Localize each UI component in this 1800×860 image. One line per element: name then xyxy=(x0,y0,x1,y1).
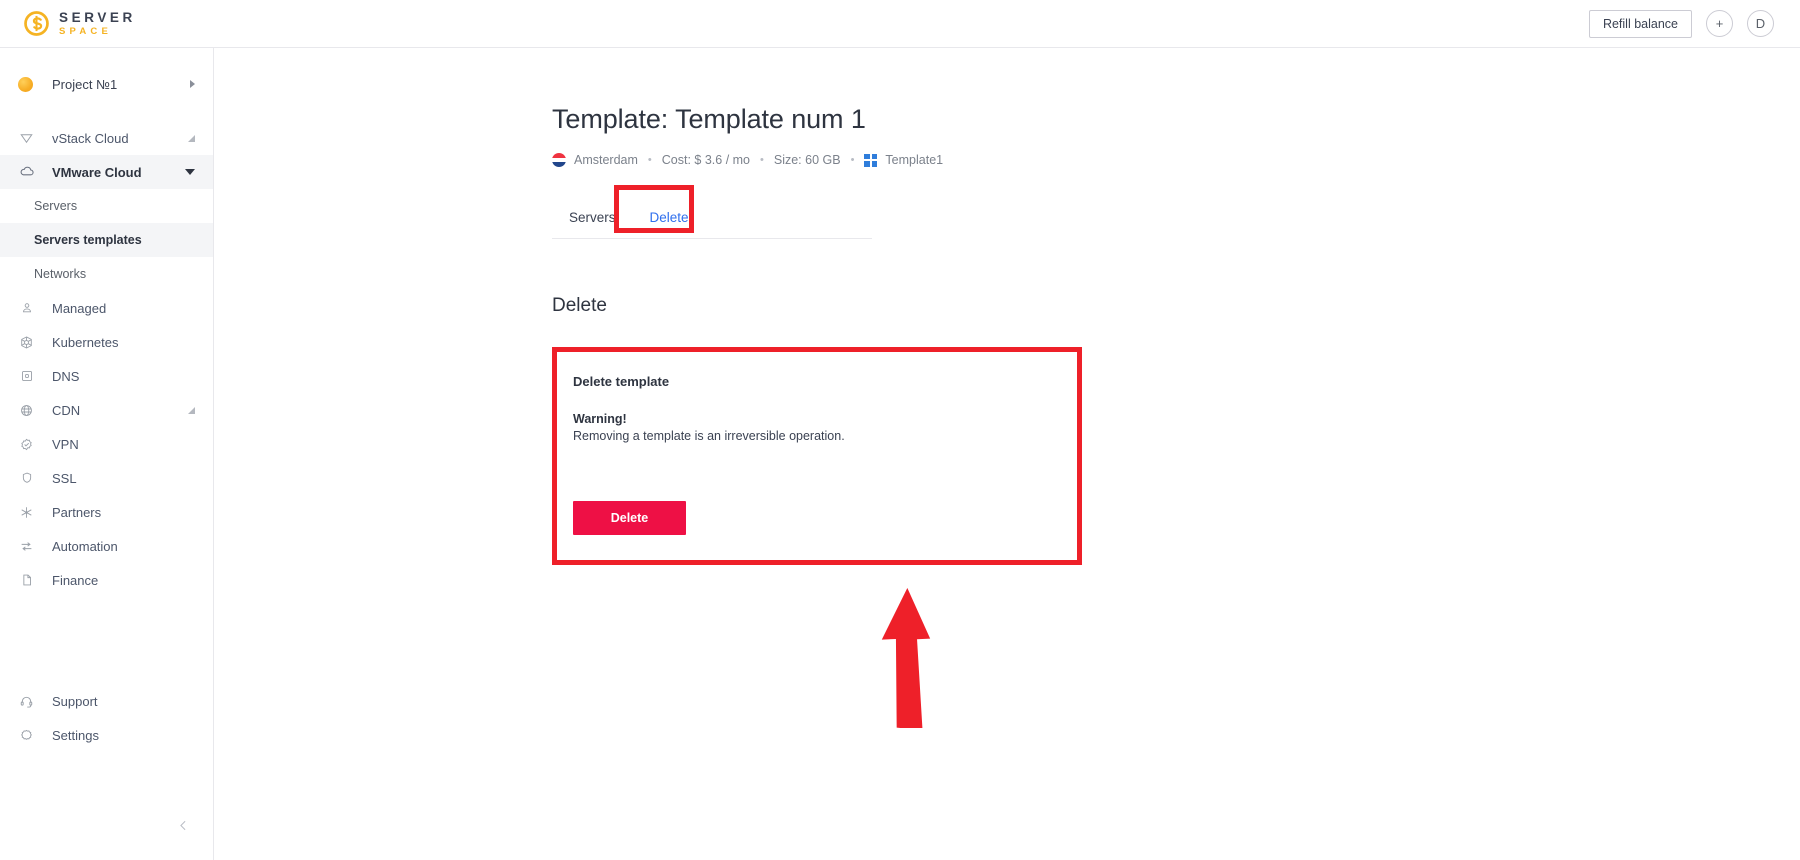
gear-icon xyxy=(18,727,35,744)
sidebar-item-label: CDN xyxy=(52,402,81,418)
cloud-icon xyxy=(18,164,35,181)
collapse-corner-icon xyxy=(188,406,195,414)
warning-block: Warning! Removing a template is an irrev… xyxy=(573,412,1057,443)
top-header: SERVER SPACE Refill balance + D xyxy=(0,0,1800,48)
main-content: Template: Template num 1 Amsterdam • Cos… xyxy=(214,48,1800,860)
warning-title: Warning! xyxy=(573,412,627,426)
sidebar-item-label: VMware Cloud xyxy=(52,164,142,180)
sidebar-project-selector[interactable]: Project №1 xyxy=(0,67,213,101)
sidebar-item-servers-templates[interactable]: Servers templates xyxy=(0,223,213,257)
collapse-corner-icon xyxy=(188,134,195,142)
sidebar-item-label: vStack Cloud xyxy=(52,130,129,146)
add-button[interactable]: + xyxy=(1706,10,1733,37)
meta-cost: Cost: $ 3.6 / mo xyxy=(661,153,750,167)
tab-bar: Servers Delete xyxy=(552,185,872,239)
refill-balance-button[interactable]: Refill balance xyxy=(1588,9,1692,38)
content-column: Template: Template num 1 Amsterdam • Cos… xyxy=(214,48,1800,565)
vstack-icon xyxy=(18,130,35,147)
chevron-left-icon xyxy=(177,819,190,836)
finance-doc-icon xyxy=(18,572,35,589)
warning-text: Removing a template is an irreversible o… xyxy=(573,429,845,443)
sidebar-item-label: DNS xyxy=(52,368,80,384)
sidebar-item-label: Support xyxy=(52,693,98,709)
sidebar: Project №1 vStack Cloud VMware Cloud Ser… xyxy=(0,48,214,860)
sidebar-subitem-label: Networks xyxy=(34,267,87,281)
brand-line-2: SPACE xyxy=(59,26,113,37)
flag-nl-icon xyxy=(552,153,566,167)
sidebar-item-label: VPN xyxy=(52,436,79,452)
sidebar-item-label: Partners xyxy=(52,504,102,520)
sidebar-collapse-button[interactable] xyxy=(172,816,194,838)
sidebar-item-managed[interactable]: Managed xyxy=(0,291,213,325)
sidebar-item-partners[interactable]: Partners xyxy=(0,495,213,529)
sidebar-item-label: Managed xyxy=(52,300,107,316)
sidebar-item-label: Kubernetes xyxy=(52,334,119,350)
tab-delete[interactable]: Delete xyxy=(633,210,706,238)
sidebar-item-ssl[interactable]: SSL xyxy=(0,461,213,495)
chevron-down-icon xyxy=(185,169,195,175)
app-root: SERVER SPACE Refill balance + D Project … xyxy=(0,0,1800,860)
meta-location: Amsterdam xyxy=(574,153,638,167)
sidebar-item-label: Automation xyxy=(52,538,118,554)
brand-wordmark: SERVER SPACE xyxy=(59,9,136,37)
automation-icon xyxy=(18,538,35,555)
delete-card-highlight: Delete template Warning! Removing a temp… xyxy=(552,347,1082,565)
template-meta-row: Amsterdam • Cost: $ 3.6 / mo • Size: 60 … xyxy=(552,153,1800,167)
sidebar-item-cdn[interactable]: CDN xyxy=(0,393,213,427)
shield-icon xyxy=(18,470,35,487)
headset-icon xyxy=(18,693,35,710)
sidebar-item-label: SSL xyxy=(52,470,77,486)
card-title: Delete template xyxy=(573,374,670,389)
dns-icon xyxy=(18,368,35,385)
serverspace-logo-icon xyxy=(23,10,50,37)
chevron-right-icon xyxy=(190,80,195,88)
windows-icon xyxy=(864,153,878,167)
sidebar-item-vpn[interactable]: VPN xyxy=(0,427,213,461)
avatar[interactable]: D xyxy=(1747,10,1774,37)
managed-icon xyxy=(18,300,35,317)
sidebar-item-vmware-cloud[interactable]: VMware Cloud xyxy=(0,155,213,189)
project-label: Project №1 xyxy=(52,76,118,92)
vpn-icon xyxy=(18,436,35,453)
sidebar-item-networks[interactable]: Networks xyxy=(0,257,213,291)
tab-servers[interactable]: Servers xyxy=(552,210,633,238)
sidebar-item-kubernetes[interactable]: Kubernetes xyxy=(0,325,213,359)
sidebar-item-servers[interactable]: Servers xyxy=(0,189,213,223)
page-title: Template: Template num 1 xyxy=(552,104,866,134)
partners-icon xyxy=(18,504,35,521)
meta-size: Size: 60 GB xyxy=(773,153,841,167)
cdn-globe-icon xyxy=(18,402,35,419)
delete-button[interactable]: Delete xyxy=(573,501,686,535)
meta-separator: • xyxy=(850,154,855,166)
section-title: Delete xyxy=(552,295,607,316)
kubernetes-icon xyxy=(18,334,35,351)
sidebar-item-label: Settings xyxy=(52,727,99,743)
sidebar-item-settings[interactable]: Settings xyxy=(0,718,213,752)
sidebar-subitem-label: Servers xyxy=(34,199,78,213)
sidebar-item-support[interactable]: Support xyxy=(0,684,213,718)
sidebar-nav: vStack Cloud VMware Cloud Servers Server… xyxy=(0,121,213,597)
brand-line-1: SERVER xyxy=(59,9,136,25)
sidebar-item-label: Finance xyxy=(52,572,99,588)
project-dot-icon xyxy=(18,76,33,92)
meta-os-name: Template1 xyxy=(885,153,944,167)
sidebar-item-automation[interactable]: Automation xyxy=(0,529,213,563)
sidebar-bottom-nav: Support Settings xyxy=(0,684,213,752)
sidebar-item-dns[interactable]: DNS xyxy=(0,359,213,393)
meta-separator: • xyxy=(647,154,652,166)
brand-logo[interactable]: SERVER SPACE xyxy=(0,10,136,37)
meta-separator: • xyxy=(760,154,764,166)
sidebar-item-vstack-cloud[interactable]: vStack Cloud xyxy=(0,121,213,155)
header-actions: Refill balance + D xyxy=(1588,9,1800,38)
sidebar-item-finance[interactable]: Finance xyxy=(0,563,213,597)
arrow-up-annotation-icon xyxy=(874,587,944,731)
sidebar-subitem-label: Servers templates xyxy=(34,233,142,247)
